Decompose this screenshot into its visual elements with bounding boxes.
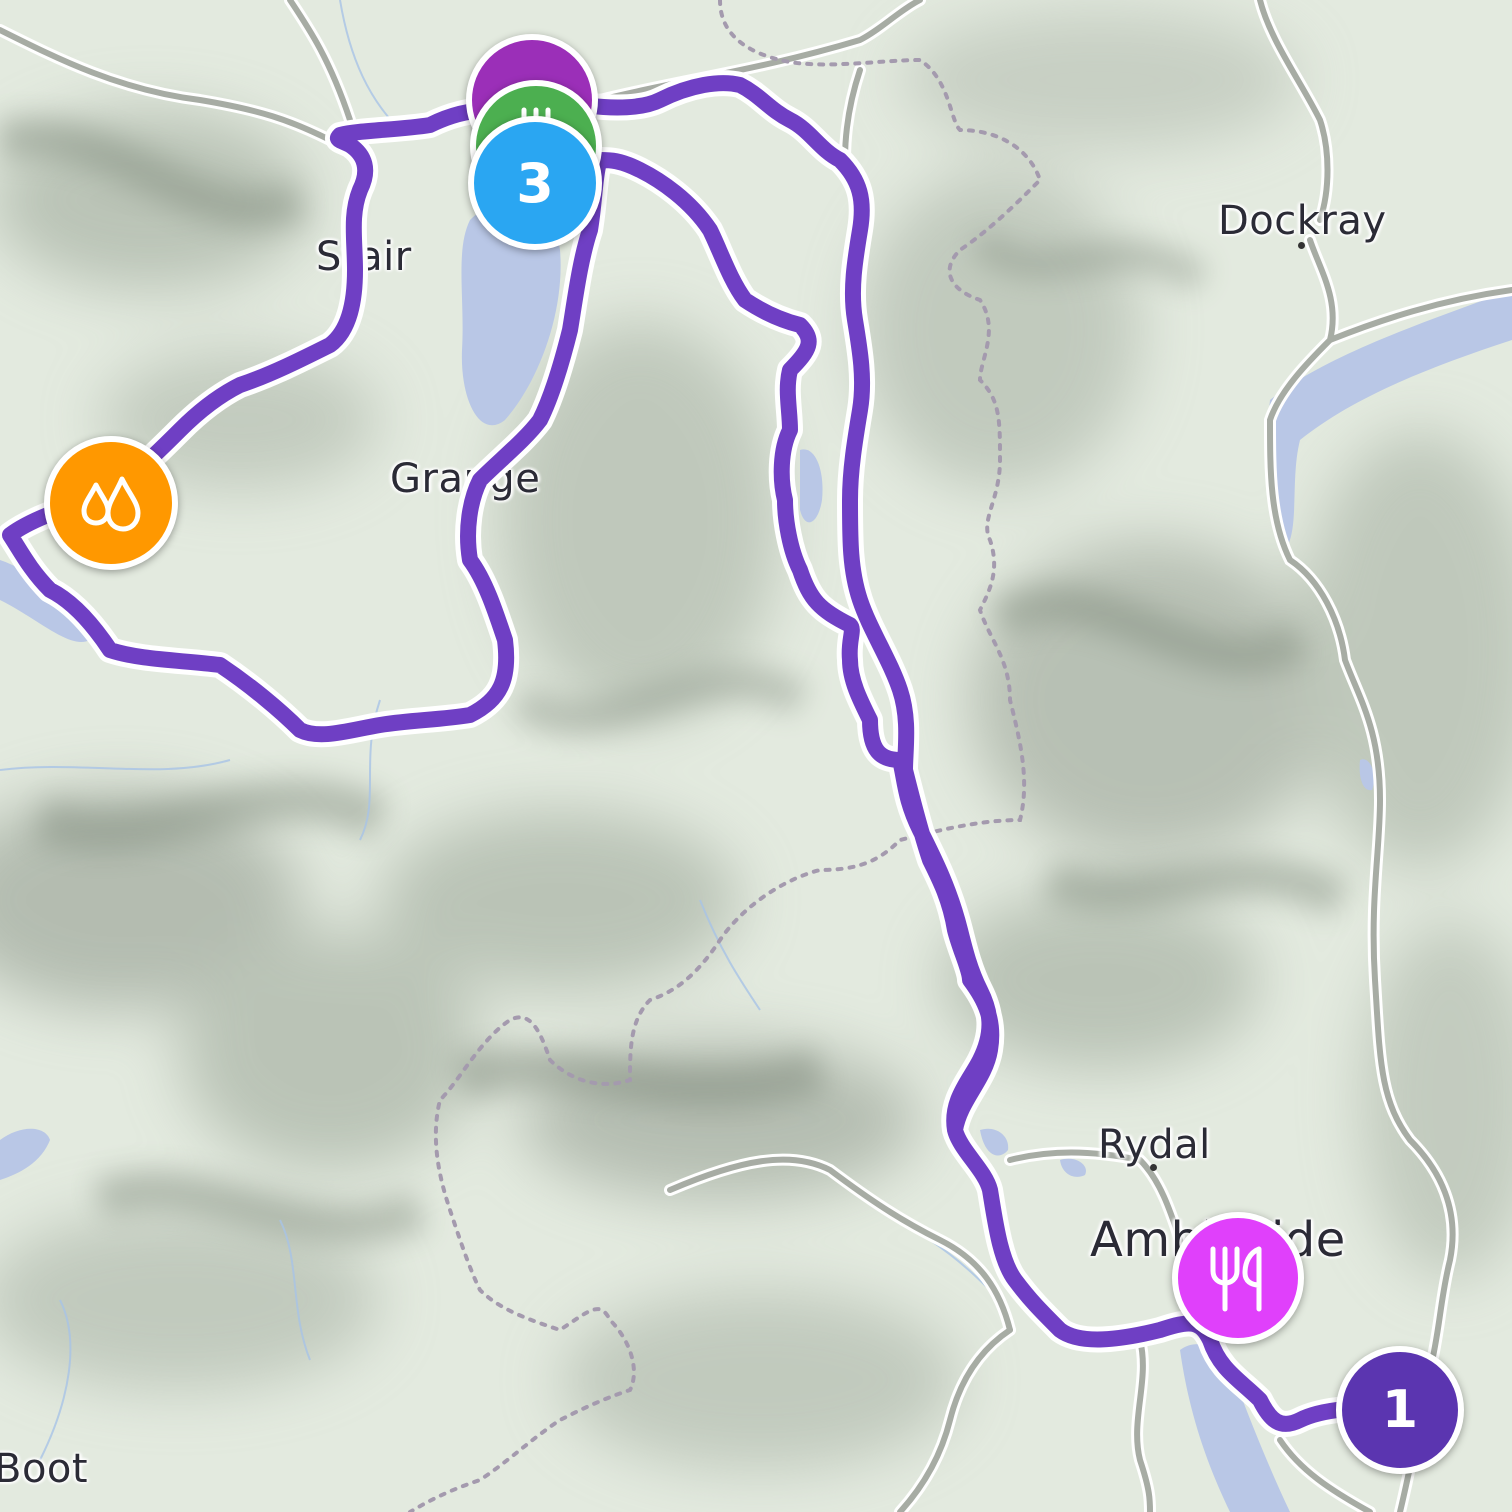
waypoint-3-marker[interactable]: 3 — [468, 116, 602, 250]
waypoint-3-label: 3 — [516, 151, 554, 215]
start-marker[interactable]: 1 — [1336, 1346, 1464, 1474]
water-drops-icon — [81, 476, 141, 532]
fork-knife-icon — [1210, 1246, 1262, 1312]
map-view[interactable]: Dockray Stair Grange Rydal Ambleside Boo… — [0, 0, 1512, 1512]
start-marker-label: 1 — [1381, 1380, 1419, 1440]
restaurant-marker[interactable] — [1172, 1212, 1304, 1344]
water-marker[interactable] — [44, 436, 178, 570]
